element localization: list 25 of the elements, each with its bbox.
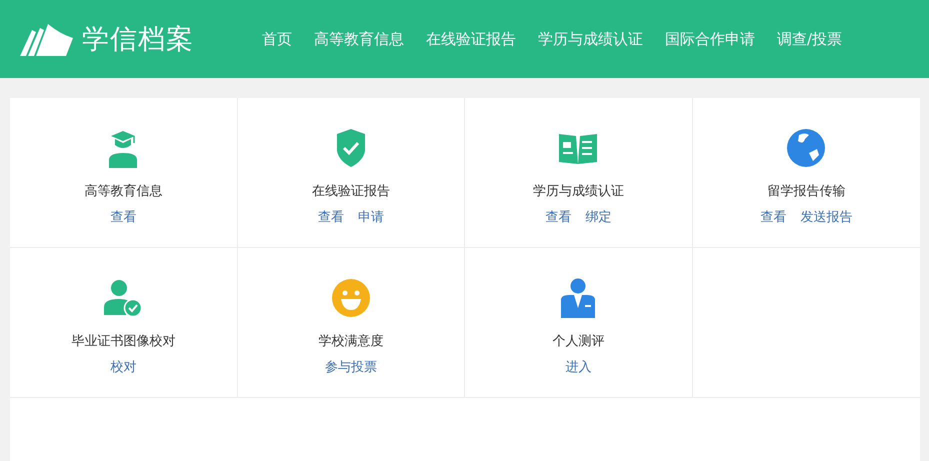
tile-link[interactable]: 绑定: [585, 208, 612, 226]
tile-link[interactable]: 参与投票: [324, 358, 377, 376]
tile-title: 学校满意度: [318, 333, 384, 350]
tile-link[interactable]: 进入: [565, 358, 592, 376]
tile-link[interactable]: 发送报告: [800, 208, 852, 226]
logo-text: 学信档案: [82, 23, 194, 57]
shield-check-icon: [334, 129, 367, 167]
globe-icon: [787, 129, 826, 167]
graduate-icon: [108, 128, 138, 168]
tile-title: 个人测评: [552, 333, 604, 350]
tile-title: 在线验证报告: [312, 183, 390, 200]
tile-title: 高等教育信息: [84, 182, 162, 200]
user-check-icon: [104, 279, 142, 317]
tile-link[interactable]: 查看: [760, 208, 786, 226]
tile-title: 留学报告传输: [767, 183, 846, 200]
tile-link[interactable]: 申请: [358, 208, 384, 226]
open-book-icon: [559, 132, 598, 164]
tile-title: 毕业证书图像校对: [71, 333, 176, 350]
tile-link[interactable]: 校对: [110, 358, 136, 376]
tile-link[interactable]: 查看: [545, 208, 572, 226]
tile-title: 学历与成绩认证: [532, 183, 624, 200]
tile-link[interactable]: 查看: [318, 208, 344, 226]
businessman-icon: [561, 278, 596, 318]
tile-link[interactable]: 查看: [110, 208, 136, 226]
smiley-icon: [332, 279, 370, 317]
